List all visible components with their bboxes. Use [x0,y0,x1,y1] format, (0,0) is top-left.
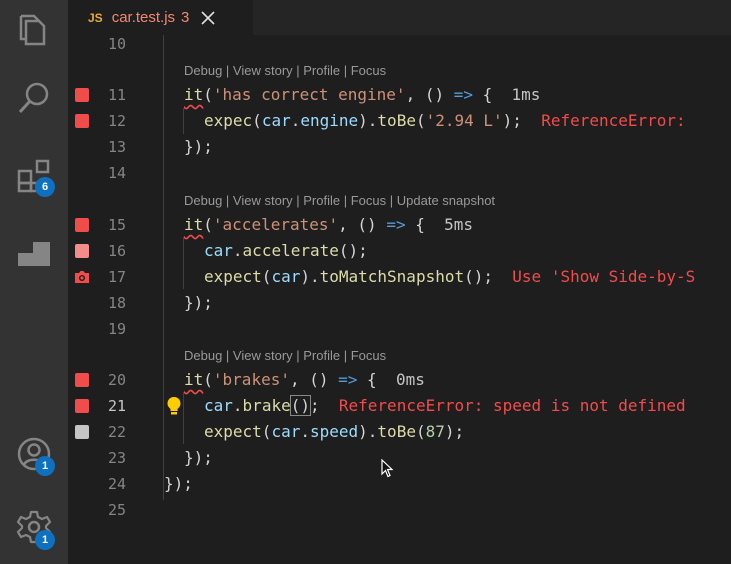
test-failed-marker[interactable] [75,218,89,232]
extensions-badge: 6 [35,177,55,197]
code-line-20: it('brakes', () => { 0ms [184,370,425,389]
line-number: 15 [107,216,126,234]
search-button[interactable] [0,68,68,128]
indent-guide [183,237,184,289]
code-line-22: expect(car.speed).toBe(87); [204,422,465,441]
indent-guide [163,35,164,500]
test-failed-marker[interactable] [75,114,89,128]
update-snapshot-lens[interactable]: Update snapshot [397,193,495,208]
line-number: 25 [107,501,126,519]
indent-guide [183,108,184,134]
settings-badge: 1 [35,530,55,550]
lightbulb-icon[interactable] [166,396,182,416]
tab-car-test-js[interactable]: JS car.test.js 3 [68,0,253,35]
line-number: 23 [107,449,126,467]
focus-lens[interactable]: Focus [351,193,386,208]
focus-lens[interactable]: Focus [351,348,386,363]
explorer-button[interactable] [0,0,68,60]
profile-lens[interactable]: Profile [303,348,340,363]
bracket-match: () [289,395,311,416]
code-line-15: it('accelerates', () => { 5ms [184,215,474,234]
debug-lens[interactable]: Debug [184,348,222,363]
line-number: 12 [107,112,126,130]
test-failed-marker[interactable] [75,244,89,258]
line-number: 11 [107,86,126,104]
test-duration: 0ms [376,370,425,389]
extensions-button[interactable]: 6 [0,146,68,206]
test-failed-marker[interactable] [75,88,89,102]
view-story-lens[interactable]: View story [233,193,293,208]
code-line-18: }); [184,293,213,312]
focus-lens[interactable]: Focus [351,63,386,78]
indent-guide [183,392,184,444]
line-number: 16 [107,242,126,260]
line-number: 14 [107,164,126,182]
code-lens: Debug | View story | Profile | Focus [184,63,387,78]
code-line-21: car.brake(); ReferenceError: speed is no… [204,395,686,416]
inline-error-message: Use 'Show Side-by-S [493,267,696,286]
line-number: 10 [107,35,126,53]
debug-lens[interactable]: Debug [184,63,222,78]
view-story-lens[interactable]: View story [233,348,293,363]
testing-button[interactable] [0,220,68,280]
test-explorer-icon [18,242,50,266]
line-number: 22 [107,423,126,441]
snapshot-camera-icon[interactable] [74,269,90,285]
code-line-11: it('has correct engine', () => { 1ms [184,85,541,104]
code-lens: Debug | View story | Profile | Focus [184,348,387,363]
code-lens: Debug | View story | Profile | Focus | U… [184,193,496,208]
search-icon [18,82,49,114]
line-number: 24 [107,475,126,493]
test-skipped-marker[interactable] [75,425,89,439]
accounts-button[interactable]: 1 [0,424,68,484]
line-number: 19 [107,320,126,338]
tab-bar: JS car.test.js 3 [68,0,731,35]
test-failed-marker[interactable] [75,373,89,387]
tab-problem-count: 3 [181,9,190,26]
tab-label: car.test.js [111,9,176,26]
code-line-16: car.accelerate(); [204,241,368,260]
code-line-24: }); [164,474,193,493]
mouse-pointer-icon [381,459,394,478]
line-number: 17 [107,268,126,286]
code-line-13: }); [184,137,213,156]
line-number: 20 [107,371,126,389]
profile-lens[interactable]: Profile [303,193,340,208]
line-number: 13 [107,138,126,156]
inline-error-message: ReferenceError: speed is not defined [319,396,686,415]
code-line-23: }); [184,448,213,467]
files-icon [19,14,46,46]
js-file-icon: JS [88,10,103,25]
close-icon [201,10,215,25]
accounts-badge: 1 [35,456,55,476]
settings-button[interactable]: 1 [0,497,68,557]
code-editor[interactable]: 10 11 12 13 14 15 16 17 18 19 20 21 22 2… [68,35,731,564]
profile-lens[interactable]: Profile [303,63,340,78]
debug-lens[interactable]: Debug [184,193,222,208]
test-failed-marker[interactable] [75,399,89,413]
test-duration: 1ms [492,85,541,104]
code-line-17: expect(car).toMatchSnapshot(); Use 'Show… [204,267,696,286]
activity-bar: 6 1 1 [0,0,68,564]
line-number: 21 [107,397,126,415]
code-line-12: expec(car.engine).toBe('2.94 L'); Refere… [204,111,696,130]
inline-error-message: ReferenceError: [521,111,696,130]
tab-close-button[interactable] [201,10,215,25]
view-story-lens[interactable]: View story [233,63,293,78]
test-duration: 5ms [424,215,474,234]
line-number: 18 [107,294,126,312]
